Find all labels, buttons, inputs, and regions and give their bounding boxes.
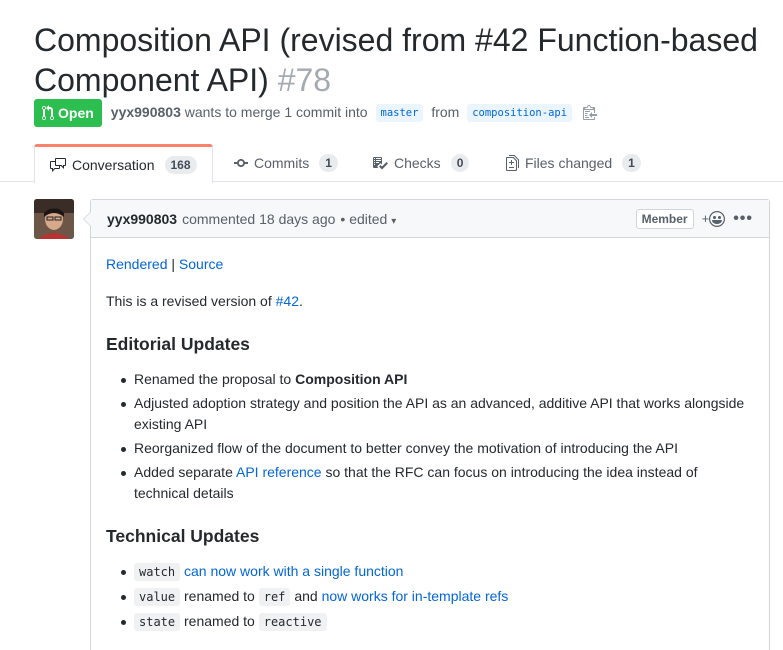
pr-author-link[interactable]: yyx990803	[111, 104, 181, 120]
merge-info: yyx990803 wants to merge 1 commit into m…	[111, 104, 597, 122]
tab-files-changed-label: Files changed	[525, 155, 613, 171]
tab-checks-count: 0	[450, 154, 470, 172]
avatar-image	[34, 199, 74, 239]
renamed-to-text: renamed to	[184, 588, 255, 604]
renamed-to-text: renamed to	[184, 613, 255, 629]
list-item: Adjusted adoption strategy and position …	[106, 393, 754, 435]
editorial-item2: Adjusted adoption strategy and position …	[134, 395, 745, 432]
state-label: Open	[58, 105, 94, 121]
api-reference-link[interactable]: API reference	[236, 464, 322, 480]
editorial-heading: Editorial Updates	[106, 334, 250, 354]
issue-42-link[interactable]: #42	[276, 293, 299, 309]
comment-discussion-icon	[50, 158, 66, 172]
pr-number: #78	[277, 62, 332, 98]
and-text: and	[294, 588, 318, 604]
edited-dropdown[interactable]: • edited ▾	[340, 211, 396, 227]
code-state: state	[134, 613, 181, 631]
rendered-link[interactable]: Rendered	[106, 256, 168, 272]
tab-checks-label: Checks	[394, 155, 441, 171]
code-reactive: reactive	[258, 613, 327, 631]
tab-conversation-label: Conversation	[72, 157, 155, 173]
editorial-item4-prefix: Added separate	[134, 464, 233, 480]
from-text: from	[431, 104, 460, 120]
code-value: value	[134, 588, 181, 606]
source-link[interactable]: Source	[179, 256, 223, 272]
pr-meta: Open yyx990803 wants to merge 1 commit i…	[34, 99, 597, 127]
member-badge: Member	[635, 208, 694, 229]
comment-timestamp[interactable]: commented 18 days ago	[182, 211, 335, 227]
tab-commits-count: 1	[319, 154, 338, 172]
chevron-down-icon: ▾	[391, 215, 397, 227]
clipboard-icon[interactable]	[582, 104, 597, 120]
edited-label: • edited	[340, 210, 388, 227]
merge-text: wants to merge 1 commit into	[184, 104, 368, 120]
git-pull-request-icon	[42, 105, 54, 121]
doc-links: Rendered | Source	[106, 254, 754, 275]
list-item: value renamed to ref and now works for i…	[106, 586, 754, 608]
list-item: Added separate API reference so that the…	[106, 462, 754, 504]
pr-title-text: Composition API (revised from #42 Functi…	[34, 22, 758, 98]
link-separator: |	[171, 256, 176, 272]
add-reaction-button[interactable]: +	[701, 210, 726, 227]
checklist-icon	[373, 157, 388, 170]
comment-header: yyx990803 commented 18 days ago • edited…	[91, 200, 769, 238]
code-watch: watch	[134, 563, 181, 581]
smiley-icon	[709, 210, 726, 227]
tab-checks[interactable]: Checks 0	[360, 144, 481, 182]
avatar[interactable]	[34, 199, 74, 239]
tab-conversation-count: 168	[164, 156, 197, 174]
tab-commits[interactable]: Commits 1	[222, 144, 350, 182]
editorial-item1-bold: Composition API	[295, 371, 408, 387]
pr-tabs: Conversation 168 Commits 1 Checks 0 File…	[0, 144, 783, 183]
technical-list: watch can now work with a single functio…	[106, 561, 754, 633]
comment-body: Rendered | Source This is a revised vers…	[91, 238, 769, 650]
git-commit-icon	[234, 159, 248, 167]
base-branch[interactable]: master	[375, 104, 424, 122]
state-badge: Open	[34, 99, 102, 127]
technical-heading: Technical Updates	[106, 526, 260, 546]
in-template-refs-link[interactable]: now works for in-template refs	[322, 588, 509, 604]
editorial-list: Renamed the proposal to Composition API …	[106, 369, 754, 504]
file-diff-icon	[506, 155, 519, 171]
reaction-plus: +	[701, 211, 710, 226]
list-item: watch can now work with a single functio…	[106, 561, 754, 583]
editorial-item1-prefix: Renamed the proposal to	[134, 371, 292, 387]
list-item: state renamed to reactive	[106, 611, 754, 633]
tab-files-changed-count: 1	[622, 154, 641, 172]
comment-actions: Member + •••	[635, 208, 753, 229]
comment-box: yyx990803 commented 18 days ago • edited…	[83, 199, 770, 650]
code-ref: ref	[258, 588, 291, 606]
pr-title: Composition API (revised from #42 Functi…	[34, 20, 774, 100]
head-branch[interactable]: composition-api	[467, 104, 573, 122]
single-function-link[interactable]: can now work with a single function	[184, 563, 403, 579]
tab-conversation[interactable]: Conversation 168	[34, 144, 213, 183]
comment-author[interactable]: yyx990803	[107, 211, 177, 227]
tab-files-changed[interactable]: Files changed 1	[494, 144, 653, 182]
list-item: Renamed the proposal to Composition API	[106, 369, 754, 390]
tab-commits-label: Commits	[254, 155, 310, 171]
intro-suffix: .	[298, 293, 303, 309]
list-item: Reorganized flow of the document to bett…	[106, 438, 754, 459]
editorial-item3: Reorganized flow of the document to bett…	[134, 440, 678, 456]
intro-prefix: This is a revised version of	[106, 293, 272, 309]
intro-paragraph: This is a revised version of #42.	[106, 291, 754, 312]
more-options-button[interactable]: •••	[733, 210, 753, 228]
